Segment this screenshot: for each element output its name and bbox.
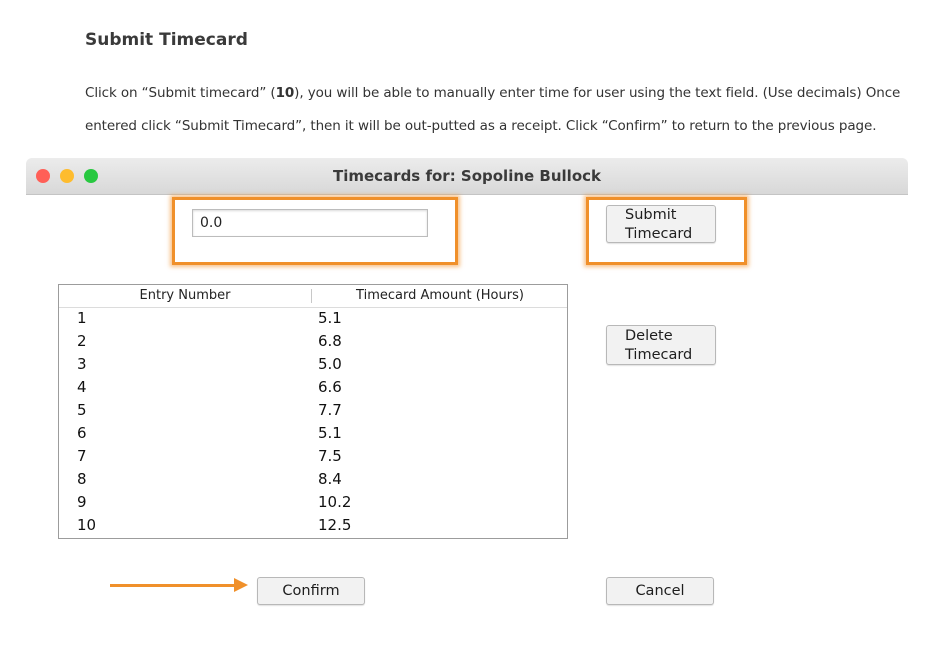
timecard-amount-cell: 7.5 — [318, 447, 342, 465]
table-row[interactable]: 1 5.1 — [59, 307, 567, 330]
table-row[interactable]: 2 6.8 — [59, 330, 567, 353]
timecard-amount-cell: 6.8 — [318, 332, 342, 350]
hours-input[interactable] — [192, 209, 428, 237]
entry-number-cell: 10 — [77, 516, 97, 534]
arrow-head-icon — [234, 578, 248, 592]
timecards-window: Timecards for: Sopoline Bullock Submit T… — [26, 158, 908, 659]
entry-number-cell: 6 — [77, 424, 87, 442]
entry-number-cell: 1 — [77, 309, 87, 327]
submit-label-line1: Submit — [625, 207, 677, 223]
table-body: 1 5.1 2 6.8 3 5.0 4 6.6 5 7.7 6 5.1 7 7.5 8 8.4 … — [59, 307, 567, 537]
entry-number-cell: 2 — [77, 332, 87, 350]
doc-paragraph-1: Click on “Submit timecard” (10), you wil… — [85, 85, 900, 101]
table-row[interactable]: 9 10.2 — [59, 491, 567, 514]
window-titlebar: Timecards for: Sopoline Bullock — [26, 158, 908, 195]
entry-number-cell: 8 — [77, 470, 87, 488]
entry-number-cell: 5 — [77, 401, 87, 419]
entry-number-cell: 7 — [77, 447, 87, 465]
delete-label-line1: Delete — [625, 328, 673, 344]
entry-number-cell: 9 — [77, 493, 87, 511]
submit-timecard-button[interactable]: Submit Timecard — [606, 205, 716, 243]
delete-timecard-button[interactable]: Delete Timecard — [606, 325, 716, 365]
timecard-amount-cell: 12.5 — [318, 516, 352, 534]
table-row[interactable]: 6 5.1 — [59, 422, 567, 445]
table-row[interactable]: 7 7.5 — [59, 445, 567, 468]
submit-label-line2: Timecard — [625, 226, 693, 242]
column-header-timecard-amount[interactable]: Timecard Amount (Hours) — [313, 288, 567, 303]
timecard-amount-cell: 7.7 — [318, 401, 342, 419]
table-row[interactable]: 3 5.0 — [59, 353, 567, 376]
doc-paragraph-2: entered click “Submit Timecard”, then it… — [85, 118, 877, 134]
table-row[interactable]: 4 6.6 — [59, 376, 567, 399]
column-header-entry-number[interactable]: Entry Number — [59, 288, 311, 303]
doc-paragraph-1-post: ), you will be able to manually enter ti… — [294, 85, 901, 101]
cancel-button[interactable]: Cancel — [606, 577, 714, 605]
column-divider[interactable] — [311, 289, 312, 303]
timecard-amount-cell: 5.1 — [318, 424, 342, 442]
table-header: Entry Number Timecard Amount (Hours) — [59, 285, 567, 308]
entry-number-cell: 4 — [77, 378, 87, 396]
window-title: Timecards for: Sopoline Bullock — [332, 167, 601, 185]
timecard-amount-cell: 5.1 — [318, 309, 342, 327]
entry-number-cell: 3 — [77, 355, 87, 373]
arrow-right-icon — [110, 584, 238, 587]
doc-heading: Submit Timecard — [85, 30, 248, 50]
doc-paragraph-1-bold: 10 — [275, 85, 295, 101]
timecard-amount-cell: 6.6 — [318, 378, 342, 396]
timecard-table: Entry Number Timecard Amount (Hours) 1 5.… — [58, 284, 568, 539]
delete-label-line2: Timecard — [625, 347, 693, 363]
timecard-amount-cell: 8.4 — [318, 470, 342, 488]
timecard-amount-cell: 5.0 — [318, 355, 342, 373]
confirm-button[interactable]: Confirm — [257, 577, 365, 605]
table-row[interactable]: 8 8.4 — [59, 468, 567, 491]
table-row[interactable]: 10 12.5 — [59, 514, 567, 537]
table-row[interactable]: 5 7.7 — [59, 399, 567, 422]
timecard-amount-cell: 10.2 — [318, 493, 352, 511]
doc-paragraph-1-pre: Click on “Submit timecard” ( — [85, 85, 276, 101]
